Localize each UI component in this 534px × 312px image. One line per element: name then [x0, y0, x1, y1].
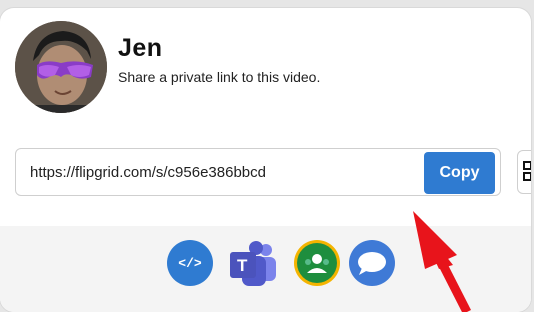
red-arrow-annotation: [413, 211, 472, 312]
user-name: Jen: [118, 34, 163, 62]
avatar: [15, 21, 107, 113]
share-link-text[interactable]: https://flipgrid.com/s/c956e386bbcd: [30, 164, 266, 181]
qr-code-icon: [523, 161, 531, 181]
microsoft-teams-icon[interactable]: T: [230, 240, 276, 286]
copy-button[interactable]: Copy: [424, 152, 495, 194]
embed-code-icon[interactable]: </>: [167, 240, 213, 286]
remind-icon[interactable]: [349, 240, 395, 286]
teams-letter: T: [237, 256, 248, 275]
qr-code-button[interactable]: [517, 150, 531, 194]
embed-code-label: </>: [178, 255, 202, 271]
google-classroom-icon[interactable]: [294, 240, 340, 286]
share-subtitle: Share a private link to this video.: [118, 69, 321, 85]
share-link-field[interactable]: https://flipgrid.com/s/c956e386bbcd Copy: [15, 148, 501, 196]
